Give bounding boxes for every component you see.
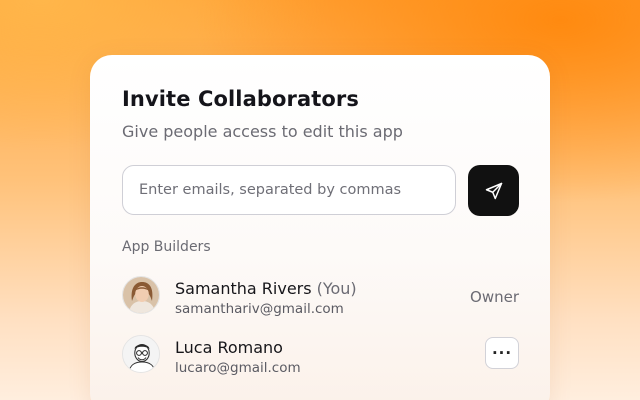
collaborator-row: Samantha Rivers (You) samanthariv@gmail.c… — [122, 276, 519, 320]
email-input[interactable] — [122, 165, 456, 215]
invite-dialog: Invite Collaborators Give people access … — [90, 55, 550, 400]
collaborator-email: lucaro@gmail.com — [175, 360, 301, 376]
send-icon — [485, 182, 502, 199]
dialog-title: Invite Collaborators — [122, 87, 359, 111]
you-tag: (You) — [316, 279, 357, 298]
collaborator-name: Luca Romano — [175, 338, 283, 357]
role-label: Owner — [470, 288, 519, 306]
avatar — [122, 335, 160, 373]
collaborator-name: Samantha Rivers (You) — [175, 279, 357, 298]
collaborator-email: samanthariv@gmail.com — [175, 301, 344, 317]
more-options-button[interactable]: ··· — [485, 337, 519, 369]
collaborator-name-text: Samantha Rivers — [175, 279, 312, 298]
send-invite-button[interactable] — [468, 165, 519, 216]
more-horizontal-icon: ··· — [491, 344, 513, 362]
dialog-subtitle: Give people access to edit this app — [122, 122, 403, 141]
avatar — [122, 276, 160, 314]
section-label-app-builders: App Builders — [122, 239, 211, 255]
collaborator-row: Luca Romano lucaro@gmail.com ··· — [122, 335, 519, 379]
